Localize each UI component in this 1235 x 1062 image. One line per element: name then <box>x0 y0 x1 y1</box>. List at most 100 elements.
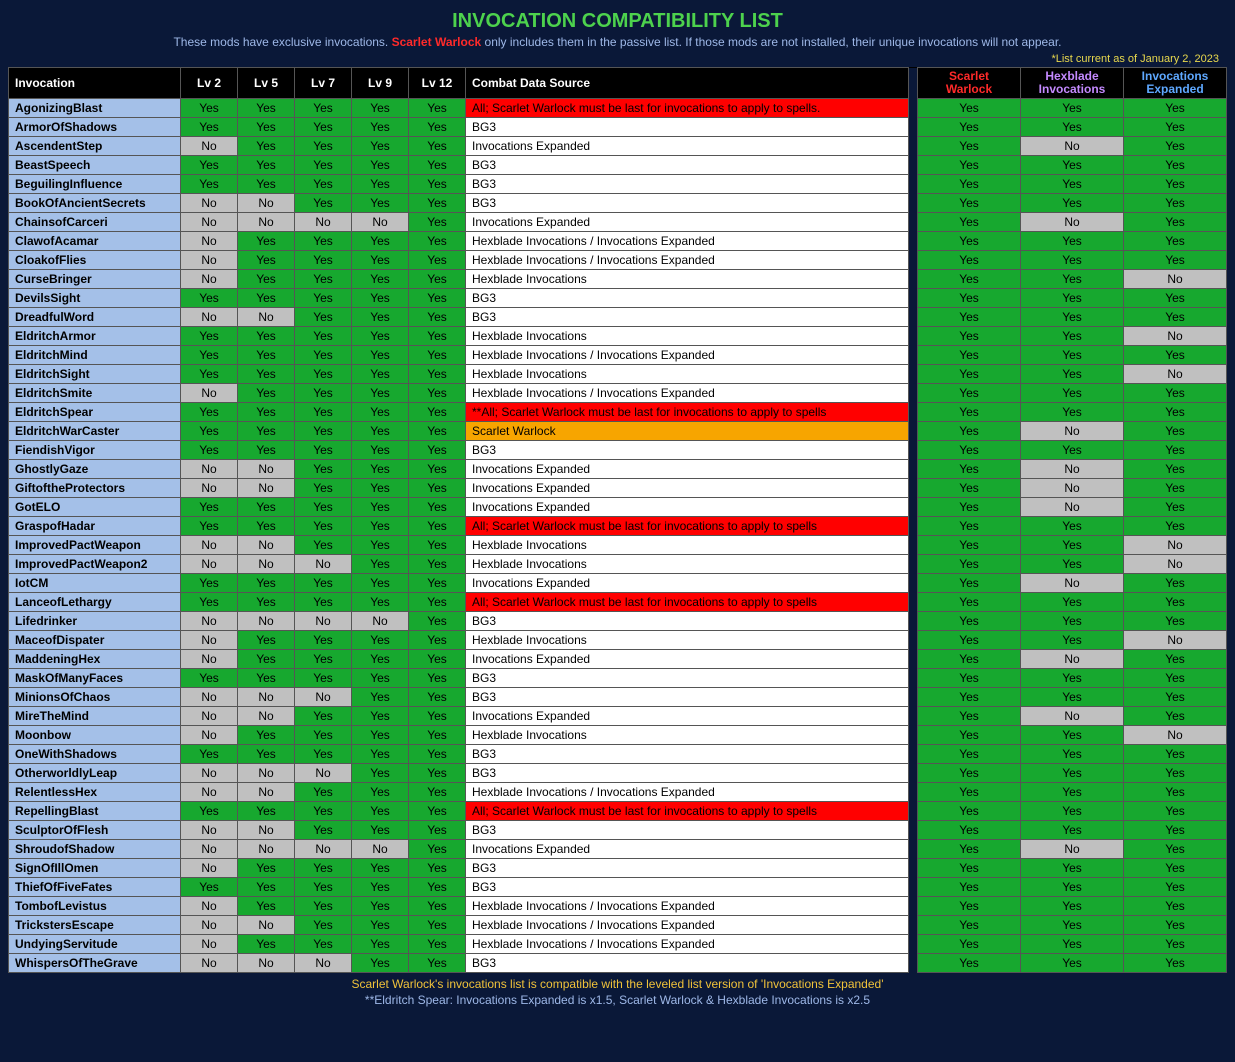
lv-cell: Yes <box>295 897 352 916</box>
lv-cell: Yes <box>409 593 466 612</box>
lv-cell: Yes <box>409 935 466 954</box>
ie-cell: Yes <box>1124 498 1227 517</box>
source-cell: BG3 <box>466 118 909 137</box>
sw-cell: Yes <box>918 384 1021 403</box>
lv-cell: Yes <box>352 232 409 251</box>
invocation-name: LanceofLethargy <box>9 593 181 612</box>
sw-cell: Yes <box>918 783 1021 802</box>
lv-cell: Yes <box>295 99 352 118</box>
table-row: BeastSpeechYesYesYesYesYesBG3YesYesYes <box>9 156 1227 175</box>
sw-cell: Yes <box>918 707 1021 726</box>
lv-cell: Yes <box>238 384 295 403</box>
ie-cell: Yes <box>1124 574 1227 593</box>
hb-cell: Yes <box>1021 384 1124 403</box>
hb-cell: Yes <box>1021 555 1124 574</box>
footer-line1: Scarlet Warlock's invocations list is co… <box>8 977 1227 991</box>
ie-cell: Yes <box>1124 384 1227 403</box>
table-row: ArmorOfShadowsYesYesYesYesYesBG3YesYesYe… <box>9 118 1227 137</box>
subtitle: These mods have exclusive invocations. S… <box>8 35 1227 49</box>
lv-cell: No <box>352 840 409 859</box>
ie-cell: Yes <box>1124 213 1227 232</box>
lv-cell: Yes <box>409 498 466 517</box>
lv-cell: Yes <box>352 935 409 954</box>
source-cell: BG3 <box>466 878 909 897</box>
lv-cell: Yes <box>181 327 238 346</box>
ie-cell: Yes <box>1124 232 1227 251</box>
lv-cell: Yes <box>409 726 466 745</box>
lv-cell: No <box>181 764 238 783</box>
lv-cell: Yes <box>295 669 352 688</box>
lv-cell: Yes <box>238 897 295 916</box>
ie-cell: Yes <box>1124 612 1227 631</box>
lv-cell: Yes <box>181 403 238 422</box>
hb-cell: Yes <box>1021 897 1124 916</box>
lv-cell: No <box>181 612 238 631</box>
hb-cell: Yes <box>1021 954 1124 973</box>
lv-cell: Yes <box>238 441 295 460</box>
hb-cell: Yes <box>1021 365 1124 384</box>
col-lv9: Lv 9 <box>352 68 409 99</box>
lv-cell: Yes <box>295 156 352 175</box>
lv-cell: Yes <box>352 156 409 175</box>
table-row: EldritchSightYesYesYesYesYesHexblade Inv… <box>9 365 1227 384</box>
ie-cell: Yes <box>1124 517 1227 536</box>
source-cell: Hexblade Invocations / Invocations Expan… <box>466 346 909 365</box>
invocation-name: Lifedrinker <box>9 612 181 631</box>
ie-cell: Yes <box>1124 308 1227 327</box>
lv-cell: Yes <box>295 346 352 365</box>
lv-cell: Yes <box>238 878 295 897</box>
lv-cell: Yes <box>409 840 466 859</box>
lv-cell: Yes <box>295 365 352 384</box>
lv-cell: Yes <box>295 916 352 935</box>
source-cell: Hexblade Invocations / Invocations Expan… <box>466 897 909 916</box>
invocation-name: GraspofHadar <box>9 517 181 536</box>
source-cell: BG3 <box>466 764 909 783</box>
col-source: Combat Data Source <box>466 68 909 99</box>
source-cell: BG3 <box>466 821 909 840</box>
lv-cell: No <box>238 688 295 707</box>
lv-cell: Yes <box>409 460 466 479</box>
lv-cell: Yes <box>295 479 352 498</box>
source-cell: Hexblade Invocations <box>466 555 909 574</box>
hb-cell: Yes <box>1021 327 1124 346</box>
lv-cell: Yes <box>238 859 295 878</box>
lv-cell: Yes <box>409 99 466 118</box>
sw-cell: Yes <box>918 688 1021 707</box>
spacer <box>909 612 918 631</box>
lv-cell: Yes <box>295 745 352 764</box>
invocation-name: OtherworldlyLeap <box>9 764 181 783</box>
lv-cell: Yes <box>409 422 466 441</box>
lv-cell: No <box>238 308 295 327</box>
invocation-name: CloakofFlies <box>9 251 181 270</box>
hb-cell: Yes <box>1021 935 1124 954</box>
lv-cell: No <box>181 137 238 156</box>
spacer <box>909 308 918 327</box>
lv-cell: Yes <box>295 118 352 137</box>
lv-cell: Yes <box>238 669 295 688</box>
lv-cell: Yes <box>409 555 466 574</box>
ie-cell: Yes <box>1124 935 1227 954</box>
lv-cell: No <box>238 954 295 973</box>
hb-cell: No <box>1021 574 1124 593</box>
ie-cell: Yes <box>1124 118 1227 137</box>
ie-cell: Yes <box>1124 916 1227 935</box>
lv-cell: Yes <box>181 878 238 897</box>
invocation-name: MaddeningHex <box>9 650 181 669</box>
table-row: ShroudofShadowNoNoNoNoYesInvocations Exp… <box>9 840 1227 859</box>
ie-cell: Yes <box>1124 460 1227 479</box>
lv-cell: Yes <box>295 308 352 327</box>
lv-cell: Yes <box>181 289 238 308</box>
lv-cell: Yes <box>409 783 466 802</box>
lv-cell: Yes <box>409 821 466 840</box>
ie-cell: No <box>1124 327 1227 346</box>
spacer <box>909 232 918 251</box>
invocation-name: ClawofAcamar <box>9 232 181 251</box>
lv-cell: Yes <box>409 517 466 536</box>
source-cell: Hexblade Invocations / Invocations Expan… <box>466 783 909 802</box>
source-cell: All; Scarlet Warlock must be last for in… <box>466 517 909 536</box>
lv-cell: No <box>181 479 238 498</box>
lv-cell: Yes <box>181 669 238 688</box>
footer-line2: **Eldritch Spear: Invocations Expanded i… <box>8 993 1227 1007</box>
lv-cell: Yes <box>409 479 466 498</box>
invocation-name: EldritchWarCaster <box>9 422 181 441</box>
